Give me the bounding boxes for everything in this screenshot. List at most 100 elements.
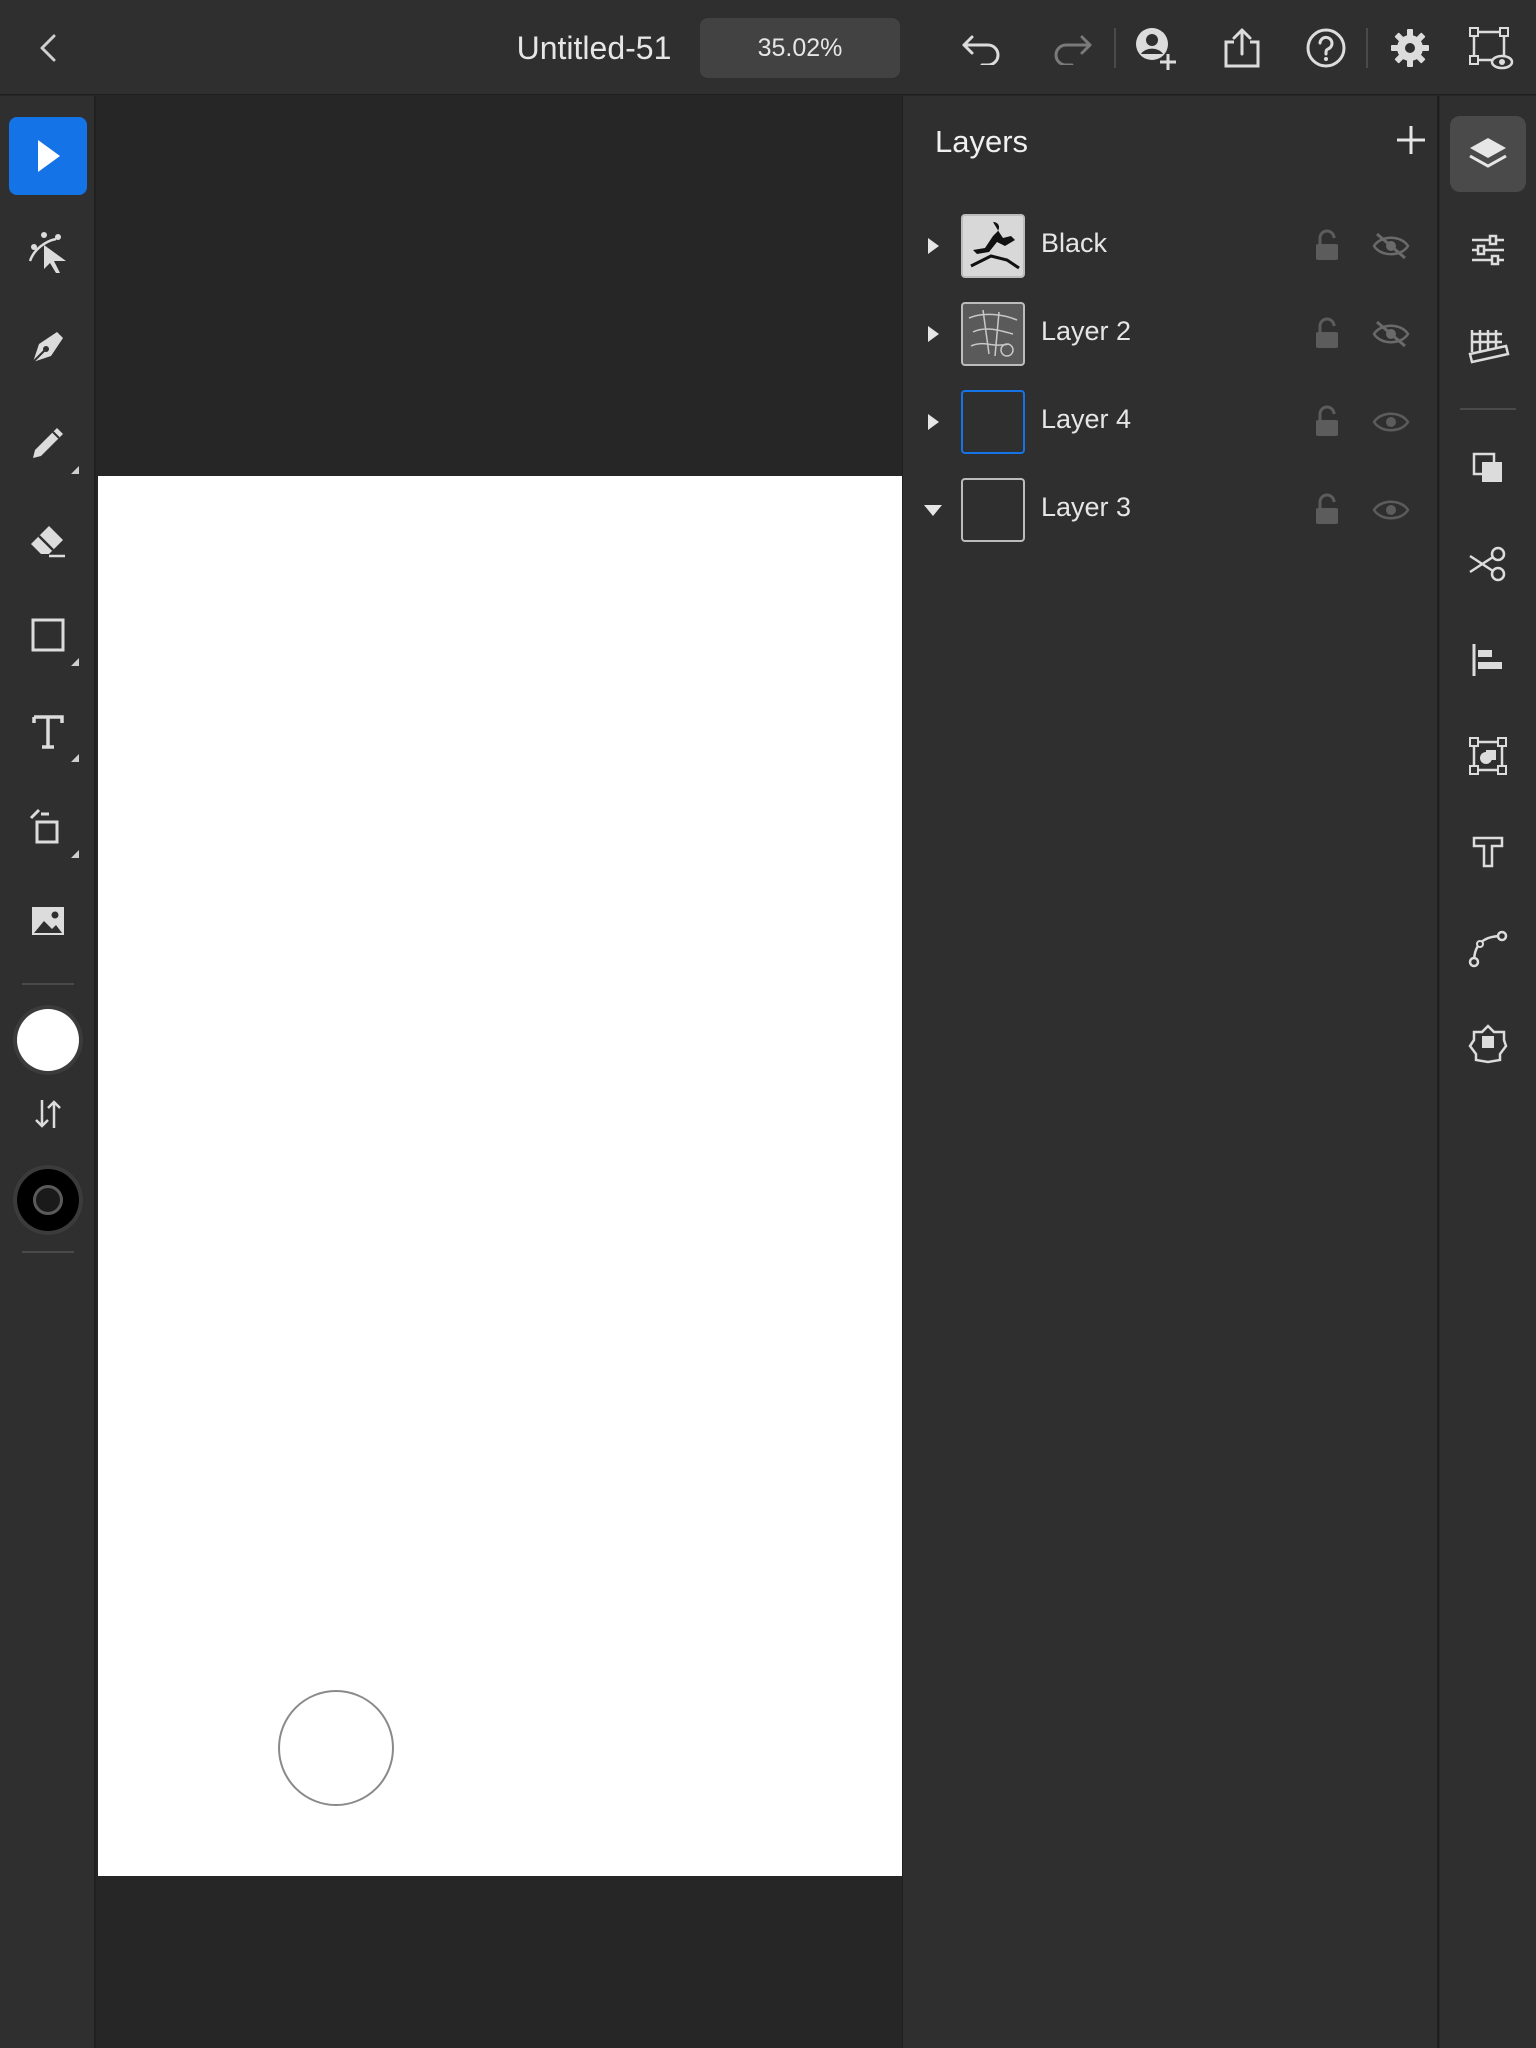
transform-tool[interactable] — [9, 788, 87, 866]
invite-button[interactable] — [1132, 24, 1180, 72]
toggle-visibility-button[interactable] — [1369, 402, 1413, 442]
expand-layer-button[interactable] — [917, 318, 949, 350]
eye-hidden-icon — [1372, 320, 1410, 348]
swap-arrows-icon — [35, 1100, 61, 1128]
tool-options-indicator — [71, 850, 79, 858]
effects-icon — [1468, 1024, 1508, 1064]
character-panel-button[interactable] — [1450, 814, 1526, 890]
settings-icon — [1391, 29, 1429, 67]
cut-panel-button[interactable] — [1450, 526, 1526, 602]
ellipse-shape[interactable] — [278, 1690, 394, 1806]
properties-panel-button[interactable] — [1450, 212, 1526, 288]
layer-row[interactable]: Layer 4 — [903, 378, 1438, 466]
chevron-right-icon — [928, 238, 939, 254]
canvas[interactable] — [98, 96, 902, 2048]
collapse-layer-button[interactable] — [917, 494, 949, 526]
tool-options-indicator — [71, 466, 79, 474]
pen-nib-icon — [32, 332, 63, 363]
right-rail — [1440, 96, 1536, 2048]
eye-icon — [1372, 412, 1410, 432]
eraser-tool[interactable] — [9, 500, 87, 578]
layer-row[interactable]: Black — [903, 202, 1438, 290]
fill-color-swatch[interactable] — [13, 1005, 83, 1075]
expand-layer-button[interactable] — [917, 406, 949, 438]
toggle-visibility-button[interactable] — [1369, 490, 1413, 530]
tools-divider — [22, 983, 74, 985]
eye-hidden-icon — [1372, 232, 1410, 260]
layer-thumbnail — [961, 478, 1025, 542]
layers-panel-button[interactable] — [1450, 116, 1526, 192]
character-icon — [1472, 836, 1504, 868]
grid-panel-button[interactable] — [1450, 308, 1526, 384]
layer-row[interactable]: Layer 3 — [903, 466, 1438, 554]
preview-button[interactable] — [1466, 24, 1514, 72]
tool-options-indicator — [71, 754, 79, 762]
image-tool[interactable] — [9, 882, 87, 960]
stroke-ring — [33, 1185, 63, 1215]
toolbar-divider — [1366, 28, 1368, 68]
lock-layer-button[interactable] — [1307, 314, 1347, 354]
align-panel-button[interactable] — [1450, 622, 1526, 698]
share-button[interactable] — [1218, 24, 1266, 72]
settings-button[interactable] — [1386, 24, 1434, 72]
repeat-grid-button[interactable] — [1450, 718, 1526, 794]
help-button[interactable] — [1302, 24, 1350, 72]
crop-transform-icon — [29, 808, 59, 844]
lock-layer-button[interactable] — [1307, 490, 1347, 530]
figure-thumbnail-icon — [970, 222, 1020, 270]
rectangle-icon — [31, 618, 65, 652]
boolean-panel-button[interactable] — [1450, 430, 1526, 506]
lock-layer-button[interactable] — [1307, 402, 1347, 442]
layers-icon — [1469, 138, 1507, 168]
chevron-right-icon — [928, 414, 939, 430]
redo-icon — [1054, 35, 1092, 65]
boolean-icon — [1472, 452, 1502, 482]
expand-layer-button[interactable] — [917, 230, 949, 262]
scissors-icon — [1469, 546, 1506, 582]
toolbar-divider — [1114, 28, 1116, 68]
pencil-tool[interactable] — [9, 404, 87, 482]
type-tool[interactable] — [9, 692, 87, 770]
tools-panel — [0, 96, 96, 2048]
selection-arrow-icon — [38, 140, 60, 172]
repeat-icon — [1469, 737, 1507, 775]
preview-icon — [1469, 27, 1514, 70]
redo-button[interactable] — [1048, 24, 1096, 72]
direct-selection-tool[interactable] — [9, 212, 87, 290]
undo-button[interactable] — [958, 24, 1006, 72]
pen-tool[interactable] — [9, 308, 87, 386]
layer-row[interactable]: Layer 2 — [903, 290, 1438, 378]
layer-name: Black — [1041, 228, 1108, 258]
back-icon — [40, 34, 56, 62]
unlock-icon — [1316, 229, 1338, 260]
properties-icon — [1472, 234, 1504, 266]
toggle-visibility-button[interactable] — [1369, 226, 1413, 266]
grid-ruler-icon — [1468, 330, 1510, 364]
layers-panel: Layers Black Layer 2 Layer 4 Layer 3 — [902, 96, 1439, 2048]
pencil-icon — [33, 428, 63, 458]
unlock-icon — [1316, 493, 1338, 524]
back-button[interactable] — [28, 28, 68, 68]
share-icon — [1224, 28, 1260, 68]
selection-tool[interactable] — [9, 117, 87, 195]
swap-colors-button[interactable] — [9, 1082, 87, 1146]
effects-panel-button[interactable] — [1450, 1006, 1526, 1082]
add-layer-button[interactable] — [1393, 122, 1429, 158]
layer-name: Layer 3 — [1041, 492, 1132, 522]
layer-thumbnail — [961, 390, 1025, 454]
layer-thumbnail — [961, 302, 1025, 366]
artboard[interactable] — [98, 476, 902, 1876]
eraser-icon — [31, 526, 65, 558]
zoom-level[interactable]: 35.02% — [700, 18, 900, 78]
shape-tool[interactable] — [9, 596, 87, 674]
unlock-icon — [1316, 405, 1338, 436]
chevron-right-icon — [928, 326, 939, 342]
toggle-visibility-button[interactable] — [1369, 314, 1413, 354]
path-panel-button[interactable] — [1450, 910, 1526, 986]
stroke-color-swatch[interactable] — [13, 1165, 83, 1235]
fill-color-chip — [17, 1009, 79, 1071]
document-title[interactable]: Untitled-51 — [480, 24, 708, 72]
unlock-icon — [1316, 317, 1338, 348]
layer-name: Layer 4 — [1041, 404, 1132, 434]
lock-layer-button[interactable] — [1307, 226, 1347, 266]
